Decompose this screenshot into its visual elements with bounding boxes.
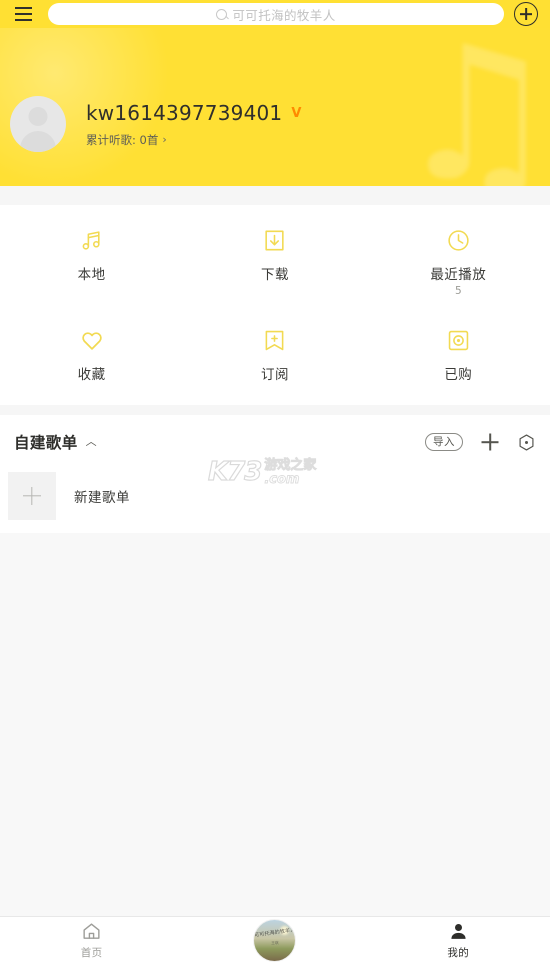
quick-item-label: 最近播放 bbox=[430, 267, 487, 283]
plus-circle-icon[interactable] bbox=[514, 2, 538, 26]
plus-square-icon bbox=[8, 472, 56, 520]
quick-access-card: 本地 下载 最近播放 5 收藏 订阅 已购 bbox=[0, 205, 550, 405]
default-user-avatar-icon bbox=[28, 107, 48, 126]
quick-access-grid: 本地 下载 最近播放 5 收藏 订阅 已购 bbox=[0, 205, 550, 405]
playlist-section-header: 自建歌单 ︿ 导入 bbox=[0, 415, 550, 469]
section-gap-top bbox=[0, 186, 550, 205]
username: kw1614397739401 bbox=[86, 100, 283, 125]
chevron-right-icon: › bbox=[162, 133, 167, 146]
quick-item-label: 收藏 bbox=[77, 367, 106, 383]
album-art-artist: 王琪 bbox=[271, 940, 279, 945]
quick-item-label: 下载 bbox=[260, 267, 289, 283]
import-button[interactable]: 导入 bbox=[425, 433, 463, 451]
search-input[interactable]: 可可托海的牧羊人 bbox=[48, 3, 504, 25]
empty-content-area bbox=[0, 533, 550, 916]
nav-item-now-playing[interactable]: 可可托海的牧羊人 王琪 bbox=[183, 917, 366, 963]
bookmark-plus-icon bbox=[262, 327, 287, 353]
album-art-title: 可可托海的牧羊人 bbox=[254, 926, 296, 939]
quick-item-subscriptions[interactable]: 订阅 bbox=[183, 305, 366, 405]
profile-block: kw1614397739401 V 累计听歌: 0首 › bbox=[0, 96, 550, 152]
listen-stat-row[interactable]: 累计听歌: 0首 › bbox=[86, 132, 302, 148]
search-icon bbox=[216, 8, 228, 20]
music-note-icon bbox=[79, 227, 104, 253]
quick-item-label: 订阅 bbox=[260, 367, 289, 383]
playlist-header-actions: 导入 bbox=[425, 433, 536, 452]
username-row[interactable]: kw1614397739401 V bbox=[86, 101, 302, 125]
quick-item-label: 本地 bbox=[77, 267, 106, 283]
quick-item-count: 5 bbox=[454, 285, 462, 297]
hamburger-menu-icon[interactable] bbox=[8, 1, 38, 27]
nav-item-mine[interactable]: 我的 bbox=[367, 917, 550, 963]
quick-item-recent[interactable]: 最近播放 5 bbox=[367, 205, 550, 305]
download-box-icon bbox=[262, 227, 287, 253]
chevron-up-icon[interactable]: ︿ bbox=[86, 433, 97, 449]
plus-icon[interactable] bbox=[481, 433, 499, 451]
person-icon bbox=[448, 921, 469, 942]
clock-icon bbox=[446, 227, 471, 253]
list-item[interactable]: 新建歌单 bbox=[0, 469, 550, 523]
heart-icon bbox=[79, 327, 105, 353]
vip-badge[interactable]: V bbox=[291, 107, 301, 120]
bottom-navigation: 首页 可可托海的牧羊人 王琪 我的 bbox=[0, 916, 550, 963]
search-placeholder: 可可托海的牧羊人 bbox=[232, 7, 336, 23]
nav-item-label: 首页 bbox=[80, 946, 103, 959]
now-playing-album-art[interactable]: 可可托海的牧羊人 王琪 bbox=[254, 919, 296, 961]
playlist-section-title: 自建歌单 bbox=[14, 434, 78, 452]
playlist-card: 自建歌单 ︿ 导入 新建歌单 bbox=[0, 415, 550, 533]
avatar-body-shape bbox=[20, 131, 56, 152]
profile-hero: ♫ kw1614397739401 V 累计听歌: 0首 › bbox=[0, 28, 550, 186]
quick-item-label: 已购 bbox=[444, 367, 473, 383]
list-item-label: 新建歌单 bbox=[74, 490, 130, 506]
section-gap-middle bbox=[0, 405, 550, 415]
app-screen: 可可托海的牧羊人 ♫ kw1614397739401 V 累计听歌: 0首 › bbox=[0, 0, 550, 963]
purchased-disc-icon bbox=[446, 327, 471, 353]
listen-stat-label: 累计听歌: 0首 bbox=[86, 132, 159, 147]
quick-item-favorites[interactable]: 收藏 bbox=[0, 305, 183, 405]
quick-item-download[interactable]: 下载 bbox=[183, 205, 366, 305]
nav-item-home[interactable]: 首页 bbox=[0, 917, 183, 963]
top-bar: 可可托海的牧羊人 bbox=[0, 0, 550, 28]
avatar[interactable] bbox=[10, 96, 66, 152]
nav-item-label: 我的 bbox=[447, 946, 470, 959]
quick-item-local[interactable]: 本地 bbox=[0, 205, 183, 305]
home-icon bbox=[81, 921, 102, 942]
profile-info: kw1614397739401 V 累计听歌: 0首 › bbox=[86, 101, 302, 148]
quick-item-purchased[interactable]: 已购 bbox=[367, 305, 550, 405]
hex-gear-icon[interactable] bbox=[517, 433, 536, 452]
